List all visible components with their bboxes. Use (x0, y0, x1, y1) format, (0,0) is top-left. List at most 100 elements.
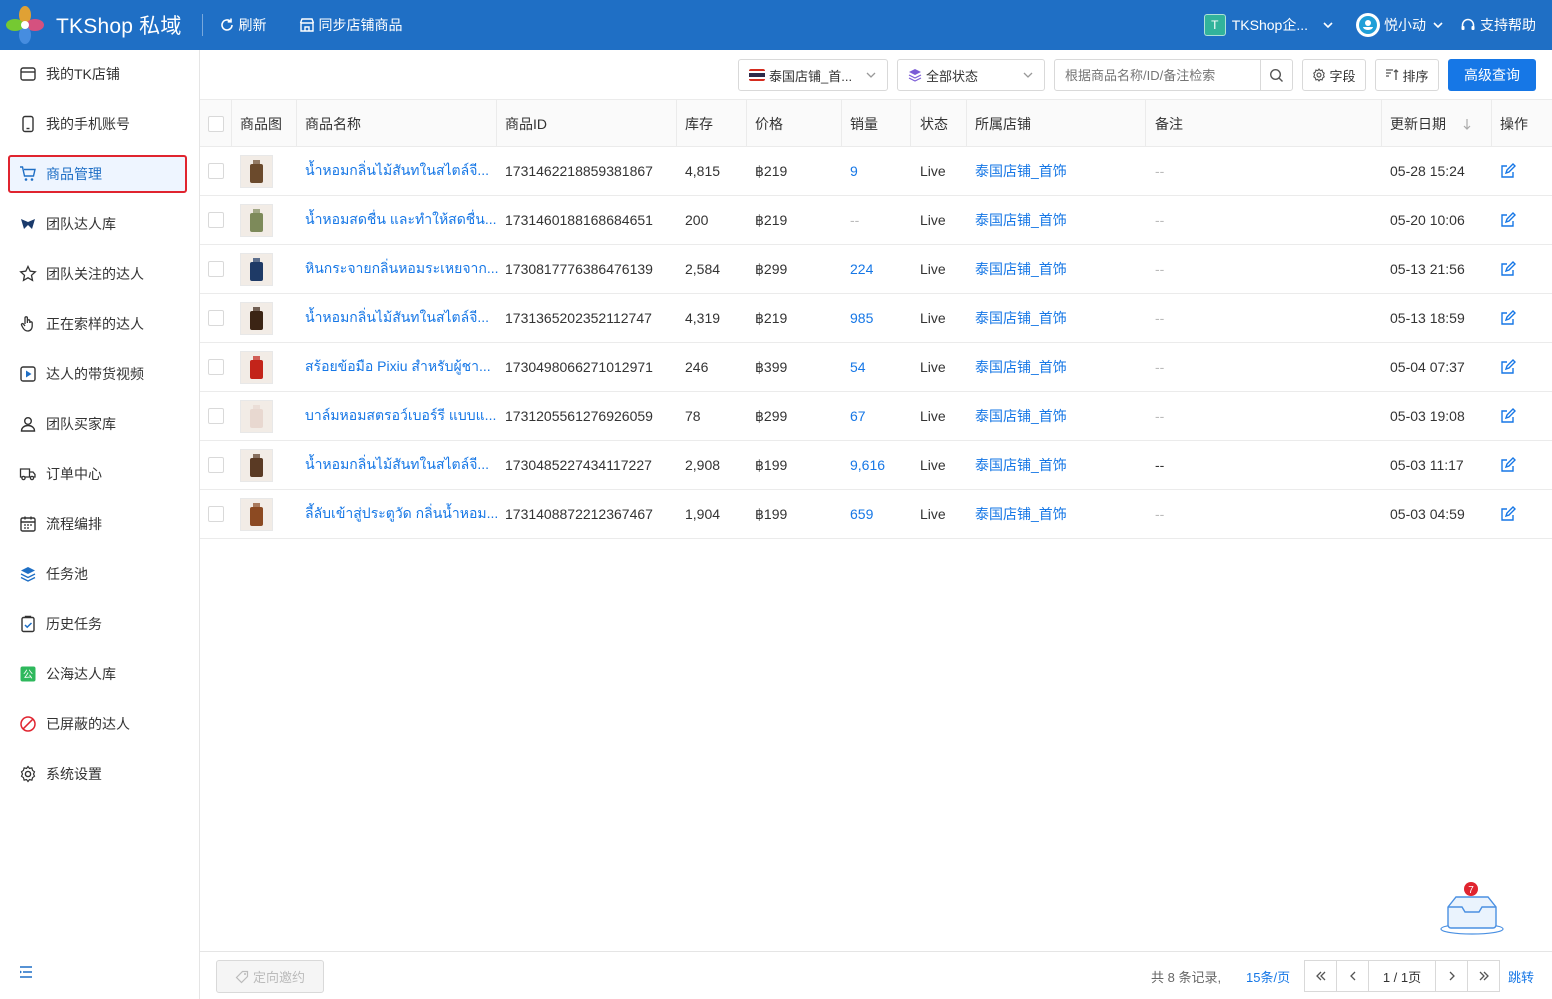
sidebar-item-sampling-creators[interactable]: 正在索样的达人 (8, 305, 187, 343)
sales-value[interactable]: 224 (850, 245, 873, 293)
edit-button[interactable] (1500, 392, 1516, 440)
product-name-link[interactable]: ลี้ลับเข้าสู่ประตูวัด กลิ่นน้ำหอม... (305, 490, 498, 538)
remark-value[interactable]: -- (1155, 490, 1164, 538)
product-thumbnail[interactable] (240, 343, 273, 391)
remark-value[interactable]: -- (1155, 147, 1164, 195)
header-updated[interactable]: 更新日期 (1390, 100, 1472, 147)
row-checkbox[interactable] (208, 196, 224, 244)
edit-button[interactable] (1500, 490, 1516, 538)
sidebar-item-settings[interactable]: 系统设置 (8, 755, 187, 793)
edit-button[interactable] (1500, 147, 1516, 195)
shop-link[interactable]: 泰国店铺_首饰 (975, 441, 1067, 489)
advanced-search-button[interactable]: 高级查询 (1448, 59, 1536, 91)
product-name-link[interactable]: สร้อยข้อมือ Pixiu สำหรับผู้ชา... (305, 343, 491, 391)
edit-button[interactable] (1500, 196, 1516, 244)
select-all-checkbox[interactable] (208, 100, 224, 147)
message-inbox-button[interactable]: 7 (1438, 881, 1506, 937)
search-button[interactable] (1260, 60, 1292, 90)
shop-link[interactable]: 泰国店铺_首饰 (975, 392, 1067, 440)
row-checkbox[interactable] (208, 294, 224, 342)
sidebar-item-product-management[interactable]: 商品管理 (8, 155, 187, 193)
row-checkbox[interactable] (208, 392, 224, 440)
edit-button[interactable] (1500, 343, 1516, 391)
shop-filter-select[interactable]: 泰国店铺_首... (738, 59, 888, 91)
targeted-invite-button[interactable]: 定向邀约 (216, 960, 324, 993)
product-thumbnail[interactable] (240, 490, 273, 538)
sidebar-item-orders[interactable]: 订单中心 (8, 455, 187, 493)
sidebar-item-task-pool[interactable]: 任务池 (8, 555, 187, 593)
status-filter-select[interactable]: 全部状态 (897, 59, 1045, 91)
remark-value[interactable]: -- (1155, 196, 1164, 244)
page-indicator: 1 / 1页 (1368, 960, 1436, 992)
prev-page-button[interactable] (1336, 960, 1369, 992)
sales-value[interactable]: -- (850, 196, 859, 244)
shop-link[interactable]: 泰国店铺_首饰 (975, 490, 1067, 538)
edit-button[interactable] (1500, 294, 1516, 342)
last-page-button[interactable] (1467, 960, 1500, 992)
product-name-link[interactable]: น้ำหอมสดชื่น และทำให้สดชื่น... (305, 196, 497, 244)
sidebar-item-phone-accounts[interactable]: 我的手机账号 (8, 105, 187, 143)
product-name-link[interactable]: บาล์มหอมสตรอว์เบอร์รี แบบแ... (305, 392, 496, 440)
sales-value[interactable]: 985 (850, 294, 873, 342)
remark-value[interactable]: -- (1155, 392, 1164, 440)
sidebar-item-followed-creators[interactable]: 团队关注的达人 (8, 255, 187, 293)
sidebar-item-public-creators[interactable]: 公 公海达人库 (8, 655, 187, 693)
product-thumbnail[interactable] (240, 196, 273, 244)
product-name-link[interactable]: หินกระจายกลิ่นหอมระเหยจาก... (305, 245, 499, 293)
product-thumbnail[interactable] (240, 392, 273, 440)
jump-button[interactable]: 跳转 (1508, 952, 1534, 999)
product-name-link[interactable]: น้ำหอมกลิ่นไม้สันทในสไตล์จี... (305, 294, 489, 342)
edit-button[interactable] (1500, 441, 1516, 489)
edit-button[interactable] (1500, 245, 1516, 293)
toolbar: 泰国店铺_首... 全部状态 字段 排序 高级查询 (200, 50, 1552, 100)
refresh-button[interactable]: 刷新 (219, 15, 267, 35)
sales-value[interactable]: 67 (850, 392, 866, 440)
product-thumbnail[interactable] (240, 147, 273, 195)
team-selector[interactable]: T TKShop企... (1203, 14, 1334, 36)
help-label: 支持帮助 (1480, 17, 1536, 33)
remark-value[interactable]: -- (1155, 441, 1164, 489)
user-menu[interactable]: 悦小动 (1356, 13, 1444, 37)
row-checkbox[interactable] (208, 343, 224, 391)
sales-value[interactable]: 659 (850, 490, 873, 538)
sidebar-item-buyers[interactable]: 团队买家库 (8, 405, 187, 443)
product-name-link[interactable]: น้ำหอมกลิ่นไม้สันทในสไตล์จี... (305, 441, 489, 489)
truck-icon (18, 464, 38, 484)
shop-link[interactable]: 泰国店铺_首饰 (975, 196, 1067, 244)
sidebar-item-team-creators[interactable]: 团队达人库 (8, 205, 187, 243)
product-name-link[interactable]: น้ำหอมกลิ่นไม้สันทในสไตล์จี... (305, 147, 489, 195)
product-thumbnail[interactable] (240, 294, 273, 342)
shop-link[interactable]: 泰国店铺_首饰 (975, 245, 1067, 293)
sidebar-item-tk-stores[interactable]: 我的TK店铺 (8, 55, 187, 93)
sidebar-item-task-history[interactable]: 历史任务 (8, 605, 187, 643)
help-button[interactable]: 支持帮助 (1460, 15, 1536, 35)
table-row: บาล์มหอมสตรอว์เบอร์รี แบบแ... 17312055612… (200, 392, 1552, 441)
sort-button[interactable]: 排序 (1375, 59, 1439, 91)
sales-value[interactable]: 54 (850, 343, 866, 391)
row-checkbox[interactable] (208, 441, 224, 489)
fields-button[interactable]: 字段 (1302, 59, 1366, 91)
product-thumbnail[interactable] (240, 441, 273, 489)
shop-link[interactable]: 泰国店铺_首饰 (975, 343, 1067, 391)
next-page-button[interactable] (1435, 960, 1468, 992)
first-page-button[interactable] (1304, 960, 1337, 992)
remark-value[interactable]: -- (1155, 294, 1164, 342)
page-size-select[interactable]: 15条/页 (1246, 952, 1290, 999)
sidebar-item-workflow[interactable]: 流程编排 (8, 505, 187, 543)
row-checkbox[interactable] (208, 490, 224, 538)
row-checkbox[interactable] (208, 245, 224, 293)
shop-link[interactable]: 泰国店铺_首饰 (975, 294, 1067, 342)
sync-products-button[interactable]: 同步店铺商品 (299, 15, 403, 35)
product-thumbnail[interactable] (240, 245, 273, 293)
sidebar-item-blocked-creators[interactable]: 已屏蔽的达人 (8, 705, 187, 743)
sidebar-item-creator-videos[interactable]: 达人的带货视频 (8, 355, 187, 393)
shop-link[interactable]: 泰国店铺_首饰 (975, 147, 1067, 195)
collapse-sidebar-icon[interactable] (18, 964, 34, 983)
sidebar-item-label: 订单中心 (46, 466, 102, 482)
sales-value[interactable]: 9 (850, 147, 858, 195)
row-checkbox[interactable] (208, 147, 224, 195)
search-input[interactable] (1055, 60, 1260, 90)
remark-value[interactable]: -- (1155, 245, 1164, 293)
remark-value[interactable]: -- (1155, 343, 1164, 391)
sales-value[interactable]: 9,616 (850, 441, 885, 489)
